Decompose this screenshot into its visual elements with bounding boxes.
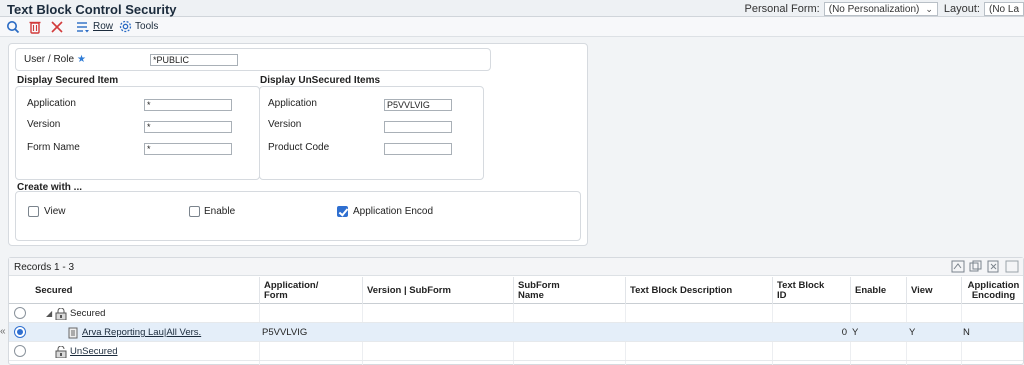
expand-collapse-icon[interactable]: ◢ xyxy=(46,304,52,323)
personal-form-select[interactable]: (No Personalization) ⌄ xyxy=(823,2,938,16)
grid-header: Secured Application/ Form Version | SubF… xyxy=(9,277,1023,304)
unlock-icon xyxy=(55,342,67,361)
encoding-cell: N xyxy=(963,327,970,338)
secured-section-title: Display Secured Item xyxy=(17,75,119,86)
view-checkbox-label: View xyxy=(44,206,66,217)
grid-maximize-icon[interactable] xyxy=(1005,260,1019,273)
table-row[interactable]: Arva Reporting Lau|All Vers. P5VVLVIG 0 … xyxy=(9,323,1023,342)
application-encoding-label: Application Encod xyxy=(353,206,434,217)
col-version-subform[interactable]: Version | SubForm xyxy=(362,277,513,304)
row-icon xyxy=(77,21,89,32)
records-grid: Records 1 - 3 Secured Application/ Form … xyxy=(8,257,1024,365)
unsecured-version-input[interactable] xyxy=(384,121,452,133)
unsecured-product-code-input[interactable] xyxy=(384,143,452,155)
row-select-radio[interactable] xyxy=(14,307,26,319)
layout-value: (No La xyxy=(988,3,1019,15)
title-bar: Text Block Control Security Personal For… xyxy=(0,0,1024,17)
secured-box: Application Version Form Name xyxy=(15,86,260,180)
secured-node-label[interactable]: Secured xyxy=(70,304,105,323)
secured-application-label: Application xyxy=(27,98,76,109)
records-count: Records 1 - 3 xyxy=(14,262,75,273)
unsecured-product-code-label: Product Code xyxy=(268,142,330,153)
col-subform-name[interactable]: SubForm Name xyxy=(513,277,625,304)
user-role-box: User / Role ★ xyxy=(15,48,491,71)
grid-settings-icon[interactable] xyxy=(951,260,965,273)
page-title: Text Block Control Security xyxy=(7,2,177,17)
enable-checkbox-label: Enable xyxy=(204,206,236,217)
collapse-panel-icon[interactable]: « xyxy=(0,326,6,337)
unsecured-version-label: Version xyxy=(268,119,302,130)
delete-icon[interactable] xyxy=(26,19,44,35)
layout-label: Layout: xyxy=(943,3,980,15)
table-row[interactable]: ◢ Secured xyxy=(9,304,1023,323)
table-row[interactable]: UnSecured xyxy=(9,342,1023,361)
secured-version-input[interactable] xyxy=(144,121,232,133)
gear-icon xyxy=(119,20,132,33)
unsecured-node-link[interactable]: UnSecured xyxy=(70,342,118,361)
col-application-form[interactable]: Application/ Form xyxy=(259,277,362,304)
col-enable[interactable]: Enable xyxy=(850,277,906,304)
view-cell: Y xyxy=(909,327,916,338)
tools-button[interactable]: Tools xyxy=(119,20,158,33)
col-text-block-id[interactable]: Text Block ID xyxy=(772,277,850,304)
grid-copy-icon[interactable] xyxy=(969,260,983,273)
document-lock-icon xyxy=(67,323,79,342)
enable-cell: Y xyxy=(852,327,859,338)
unsecured-application-input[interactable] xyxy=(384,99,452,111)
secured-form-name-input[interactable] xyxy=(144,143,232,155)
secured-item-link[interactable]: Arva Reporting Lau|All Vers. xyxy=(82,323,201,342)
row-label: Row xyxy=(93,21,114,32)
user-role-label: User / Role ★ xyxy=(24,54,86,65)
tools-label: Tools xyxy=(135,21,159,32)
col-text-block-description[interactable]: Text Block Description xyxy=(625,277,772,304)
view-checkbox[interactable] xyxy=(28,206,39,217)
application-encoding-checkbox[interactable] xyxy=(337,206,348,217)
row-select-radio[interactable] xyxy=(14,326,26,338)
layout-select[interactable]: (No La xyxy=(983,2,1024,16)
query-form: User / Role★ Display Secured Item Applic… xyxy=(8,43,588,246)
secured-form-name-label: Form Name xyxy=(27,142,80,153)
row-select-radio[interactable] xyxy=(14,345,26,357)
enable-checkbox[interactable] xyxy=(189,206,200,217)
required-icon: ★ xyxy=(77,54,86,65)
toolbar: Row Tools xyxy=(0,17,1024,37)
grid-export-icon[interactable] xyxy=(987,260,1001,273)
unsecured-section-title: Display UnSecured Items xyxy=(260,75,381,86)
row-button[interactable]: Row xyxy=(76,21,113,33)
unsecured-box: Application Version Product Code xyxy=(259,86,484,180)
unsecured-application-label: Application xyxy=(268,98,317,109)
personal-form-label: Personal Form: xyxy=(744,3,820,15)
application-cell: P5VVLVIG xyxy=(262,327,308,338)
personal-form-value: (No Personalization) xyxy=(828,3,920,15)
col-view[interactable]: View xyxy=(906,277,961,304)
user-role-input[interactable] xyxy=(150,54,238,66)
col-secured[interactable]: Secured xyxy=(9,277,259,304)
text-block-id-cell: 0 xyxy=(841,327,847,338)
search-icon[interactable] xyxy=(4,19,22,35)
close-icon[interactable] xyxy=(48,19,66,35)
grid-toolbar: Records 1 - 3 xyxy=(9,258,1023,276)
create-with-box: View Enable Application Encod xyxy=(15,191,581,241)
chevron-down-icon: ⌄ xyxy=(925,3,933,14)
secured-version-label: Version xyxy=(27,119,61,130)
lock-icon xyxy=(55,304,67,323)
secured-application-input[interactable] xyxy=(144,99,232,111)
col-application-encoding[interactable]: Application Encoding xyxy=(961,277,1024,304)
